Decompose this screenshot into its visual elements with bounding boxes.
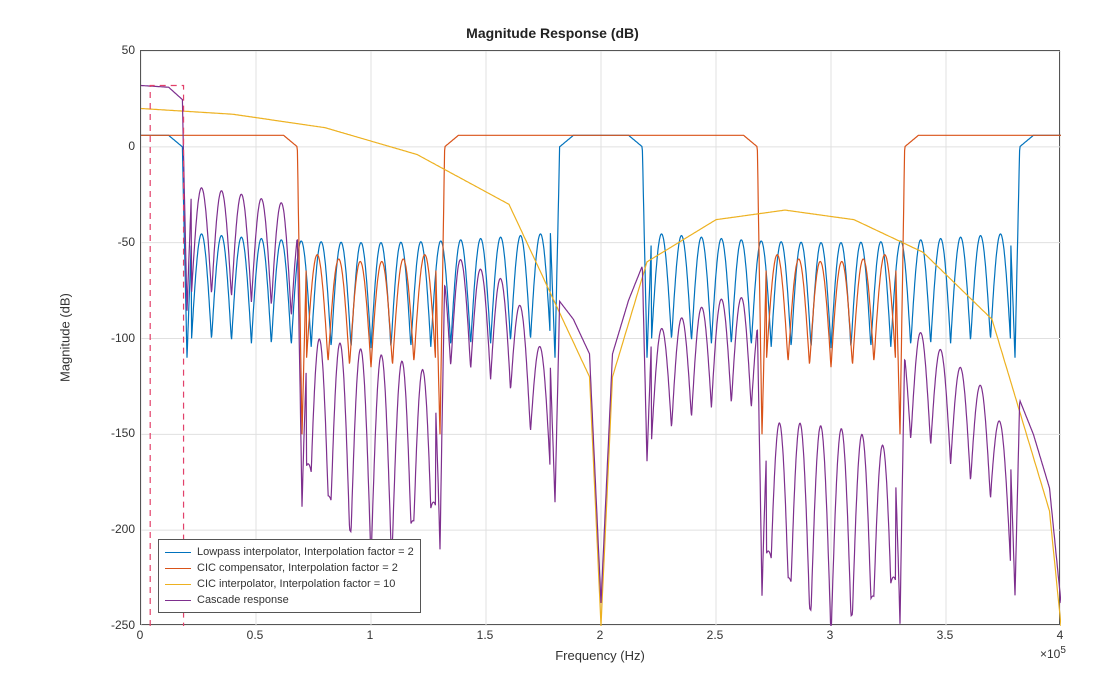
- legend-entry: CIC interpolator, Interpolation factor =…: [165, 576, 414, 592]
- y-tick-label: -50: [100, 235, 135, 249]
- legend-label: Lowpass interpolator, Interpolation fact…: [197, 546, 414, 558]
- y-tick-label: -250: [100, 618, 135, 632]
- x-tick-label: 0: [137, 628, 144, 642]
- legend-entry: CIC compensator, Interpolation factor = …: [165, 560, 414, 576]
- legend-entry: Cascade response: [165, 592, 414, 608]
- legend-label: Cascade response: [197, 594, 289, 606]
- y-tick-label: -200: [100, 522, 135, 536]
- legend-swatch: [165, 600, 191, 601]
- x-tick-label: 2: [597, 628, 604, 642]
- y-tick-label: -100: [100, 331, 135, 345]
- x-axis-multiplier: ×105: [1040, 645, 1066, 661]
- figure: Magnitude Response (dB) 0 0.5 1 1.5 2 2.5 3 3.5…: [0, 0, 1105, 694]
- x-tick-label: 1: [367, 628, 374, 642]
- chart-title: Magnitude Response (dB): [0, 25, 1105, 41]
- x-tick-label: 1.5: [477, 628, 494, 642]
- legend-swatch: [165, 552, 191, 553]
- x-tick-label: 3.5: [937, 628, 954, 642]
- y-axis-label: Magnitude (dB): [55, 50, 75, 625]
- x-tick-label: 2.5: [707, 628, 724, 642]
- legend-label: CIC interpolator, Interpolation factor =…: [197, 578, 395, 590]
- legend-label: CIC compensator, Interpolation factor = …: [197, 562, 398, 574]
- legend[interactable]: Lowpass interpolator, Interpolation fact…: [158, 539, 421, 613]
- x-tick-label: 0.5: [247, 628, 264, 642]
- y-tick-label: 50: [100, 43, 135, 57]
- y-tick-label: 0: [100, 139, 135, 153]
- x-tick-label: 3: [827, 628, 834, 642]
- y-tick-label: -150: [100, 426, 135, 440]
- x-tick-label: 4: [1057, 628, 1064, 642]
- legend-swatch: [165, 584, 191, 585]
- x-axis-label: Frequency (Hz): [140, 648, 1060, 663]
- legend-entry: Lowpass interpolator, Interpolation fact…: [165, 544, 414, 560]
- legend-swatch: [165, 568, 191, 569]
